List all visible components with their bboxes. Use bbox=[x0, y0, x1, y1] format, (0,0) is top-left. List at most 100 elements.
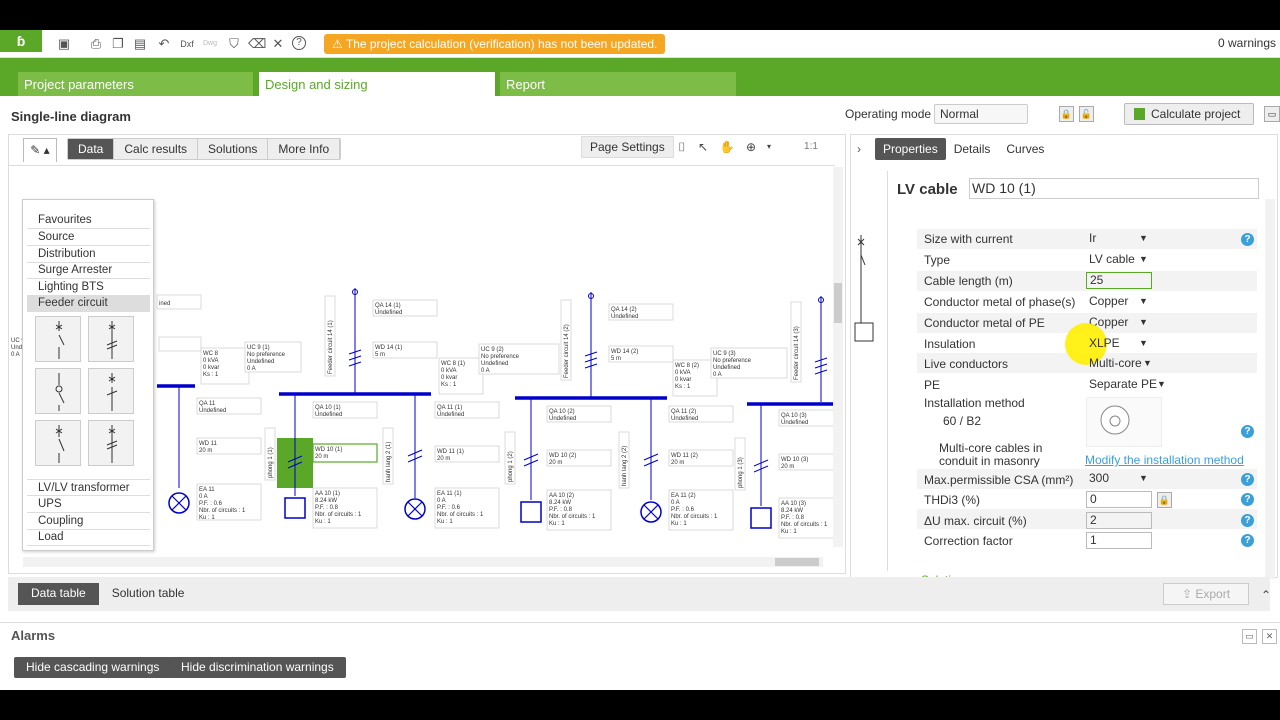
feeder-symbol-breaker-cable[interactable] bbox=[88, 316, 134, 362]
chevron-down-icon[interactable]: ▼ bbox=[1139, 317, 1148, 327]
draw-tool-button[interactable]: ✎ ▴ bbox=[23, 138, 57, 162]
palette-lv-transformer[interactable]: LV/LV transformer bbox=[27, 479, 150, 496]
diagram-horizontal-thumb[interactable] bbox=[775, 558, 819, 566]
chevron-down-icon[interactable]: ▼ bbox=[1139, 254, 1148, 264]
help-icon[interactable]: ? bbox=[1241, 534, 1254, 547]
tab-curves[interactable]: Curves bbox=[998, 138, 1052, 160]
chevron-down-icon[interactable]: ▼ bbox=[1139, 338, 1148, 348]
insulation-value[interactable]: XLPE bbox=[1089, 336, 1120, 350]
help-icon[interactable]: ? bbox=[1241, 514, 1254, 527]
diagram-horizontal-scrollbar[interactable] bbox=[23, 557, 823, 567]
shield-icon[interactable]: ⛉ bbox=[226, 36, 242, 52]
subtab-calc-results[interactable]: Calc results bbox=[114, 139, 199, 159]
zoom-ratio[interactable]: 1:1 bbox=[801, 139, 821, 155]
size-with-current-value[interactable]: Ir bbox=[1089, 231, 1096, 245]
palette-load[interactable]: Load bbox=[27, 529, 150, 546]
copy-icon[interactable]: ❐ bbox=[110, 36, 126, 52]
pointer-icon[interactable]: ↖ bbox=[695, 139, 711, 155]
page-settings-button[interactable]: Page Settings bbox=[581, 136, 674, 158]
modify-installation-link[interactable]: Modify the installation method bbox=[1085, 453, 1244, 467]
hide-discrimination-warnings-button[interactable]: Hide discrimination warnings bbox=[169, 657, 346, 678]
correction-factor-input[interactable]: 1 bbox=[1086, 532, 1152, 549]
close-icon[interactable]: ✕ bbox=[1262, 629, 1277, 644]
help-icon[interactable]: ? bbox=[1241, 425, 1254, 438]
select-box-icon[interactable]: ⌷ bbox=[674, 139, 690, 155]
type-value[interactable]: LV cable bbox=[1089, 252, 1135, 266]
installation-method-image[interactable] bbox=[1086, 397, 1162, 447]
zoom-icon[interactable]: ⊕ bbox=[743, 139, 759, 155]
max-csa-value[interactable]: 300 bbox=[1089, 471, 1109, 485]
calculate-project-button[interactable]: Calculate project bbox=[1124, 103, 1254, 125]
installation-code: 60 / B2 bbox=[943, 414, 982, 428]
palette-distribution[interactable]: Distribution bbox=[27, 246, 150, 263]
tab-solution-table[interactable]: Solution table bbox=[98, 583, 198, 605]
subtab-data[interactable]: Data bbox=[68, 139, 115, 159]
eraser-icon[interactable]: ⌫ bbox=[248, 36, 266, 52]
tab-details[interactable]: Details bbox=[946, 138, 999, 160]
hide-cascading-warnings-button[interactable]: Hide cascading warnings bbox=[14, 657, 172, 678]
wc8-2-label: WC 8 (2) bbox=[675, 363, 699, 369]
warnings-count[interactable]: 0 warnings bbox=[1218, 36, 1276, 50]
lock-icon[interactable]: 🔒 bbox=[1157, 492, 1172, 508]
bottom-tabs: Data table Solution table bbox=[18, 583, 198, 605]
load-2[interactable] bbox=[520, 501, 542, 523]
zoom-dropdown-icon[interactable]: ▾ bbox=[761, 139, 777, 155]
chevron-down-icon[interactable]: ▼ bbox=[1139, 473, 1148, 483]
feeder-symbol-disconnector[interactable] bbox=[88, 368, 134, 414]
tab-properties[interactable]: Properties bbox=[875, 138, 946, 160]
operating-mode-select[interactable]: Normal bbox=[934, 104, 1028, 124]
dxf-icon[interactable]: Dxf bbox=[178, 36, 196, 52]
palette-source[interactable]: Source bbox=[27, 229, 150, 246]
chevron-up-icon[interactable]: ⌃ bbox=[1258, 587, 1274, 603]
diagram-vertical-thumb[interactable] bbox=[834, 283, 842, 323]
tab-project-parameters[interactable]: Project parameters bbox=[18, 72, 253, 96]
feeder-symbol-fuse-cable[interactable] bbox=[88, 420, 134, 466]
palette-lighting-bts[interactable]: Lighting BTS bbox=[27, 279, 150, 296]
undo-icon[interactable]: ↶ bbox=[156, 36, 172, 52]
help-icon[interactable]: ? bbox=[1241, 473, 1254, 486]
feeder-symbol-fuse[interactable] bbox=[35, 420, 81, 466]
subtab-more-info[interactable]: More Info bbox=[268, 139, 341, 159]
tools-icon[interactable]: ✕ bbox=[270, 36, 286, 52]
maximize-icon[interactable]: ▭ bbox=[1242, 629, 1257, 644]
diagram-vertical-scrollbar[interactable] bbox=[833, 167, 843, 547]
load-1[interactable] bbox=[284, 497, 306, 519]
feeder-symbol-breaker[interactable] bbox=[35, 316, 81, 362]
subtab-solutions[interactable]: Solutions bbox=[198, 139, 269, 159]
component-name-input[interactable]: WD 10 (1) bbox=[969, 178, 1259, 199]
palette-surge-arrester[interactable]: Surge Arrester bbox=[27, 262, 150, 279]
help-icon[interactable]: ? bbox=[292, 36, 306, 50]
cable-length-input[interactable]: 25 bbox=[1086, 272, 1152, 289]
tab-data-table[interactable]: Data table bbox=[18, 583, 99, 605]
thdi-input[interactable]: 0 bbox=[1086, 491, 1152, 508]
paste-icon[interactable]: ▤ bbox=[132, 36, 148, 52]
pe-value[interactable]: Separate PE bbox=[1089, 377, 1157, 391]
phase-metal-value[interactable]: Copper bbox=[1089, 294, 1128, 308]
chevron-down-icon[interactable]: ▼ bbox=[1157, 379, 1166, 389]
print-icon[interactable]: ⎙ bbox=[88, 36, 104, 52]
unlock-icon[interactable]: 🔓 bbox=[1079, 106, 1094, 122]
collapse-panel-icon[interactable]: › bbox=[857, 142, 861, 156]
palette-coupling[interactable]: Coupling bbox=[27, 513, 150, 530]
load-3[interactable] bbox=[750, 507, 772, 529]
du-input[interactable]: 2 bbox=[1086, 512, 1152, 529]
hand-icon[interactable]: ✋ bbox=[719, 139, 735, 155]
tab-design-and-sizing[interactable]: Design and sizing bbox=[259, 72, 495, 96]
live-conductors-value[interactable]: Multi-core bbox=[1089, 356, 1142, 370]
palette-favourites[interactable]: Favourites bbox=[27, 212, 150, 229]
chevron-down-icon[interactable]: ▼ bbox=[1139, 296, 1148, 306]
lock-icon[interactable]: 🔒 bbox=[1059, 106, 1074, 122]
maximize-icon[interactable]: ▭ bbox=[1264, 106, 1280, 122]
help-icon[interactable]: ? bbox=[1241, 233, 1254, 246]
chevron-down-icon[interactable]: ▼ bbox=[1139, 233, 1148, 243]
help-icon[interactable]: ? bbox=[1241, 493, 1254, 506]
tab-report[interactable]: Report bbox=[500, 72, 736, 96]
chevron-down-icon[interactable]: ▼ bbox=[1143, 358, 1152, 368]
palette-ups[interactable]: UPS bbox=[27, 496, 150, 513]
calculation-warning[interactable]: ⚠ The project calculation (verification)… bbox=[324, 34, 666, 54]
palette-feeder-circuit[interactable]: Feeder circuit bbox=[27, 295, 150, 312]
wc8-1-ks: Ks : 1 bbox=[441, 382, 457, 388]
feeder-symbol-switch[interactable] bbox=[35, 368, 81, 414]
properties-vertical-scrollbar[interactable] bbox=[1265, 199, 1275, 579]
save-icon[interactable]: ▣ bbox=[56, 36, 72, 52]
